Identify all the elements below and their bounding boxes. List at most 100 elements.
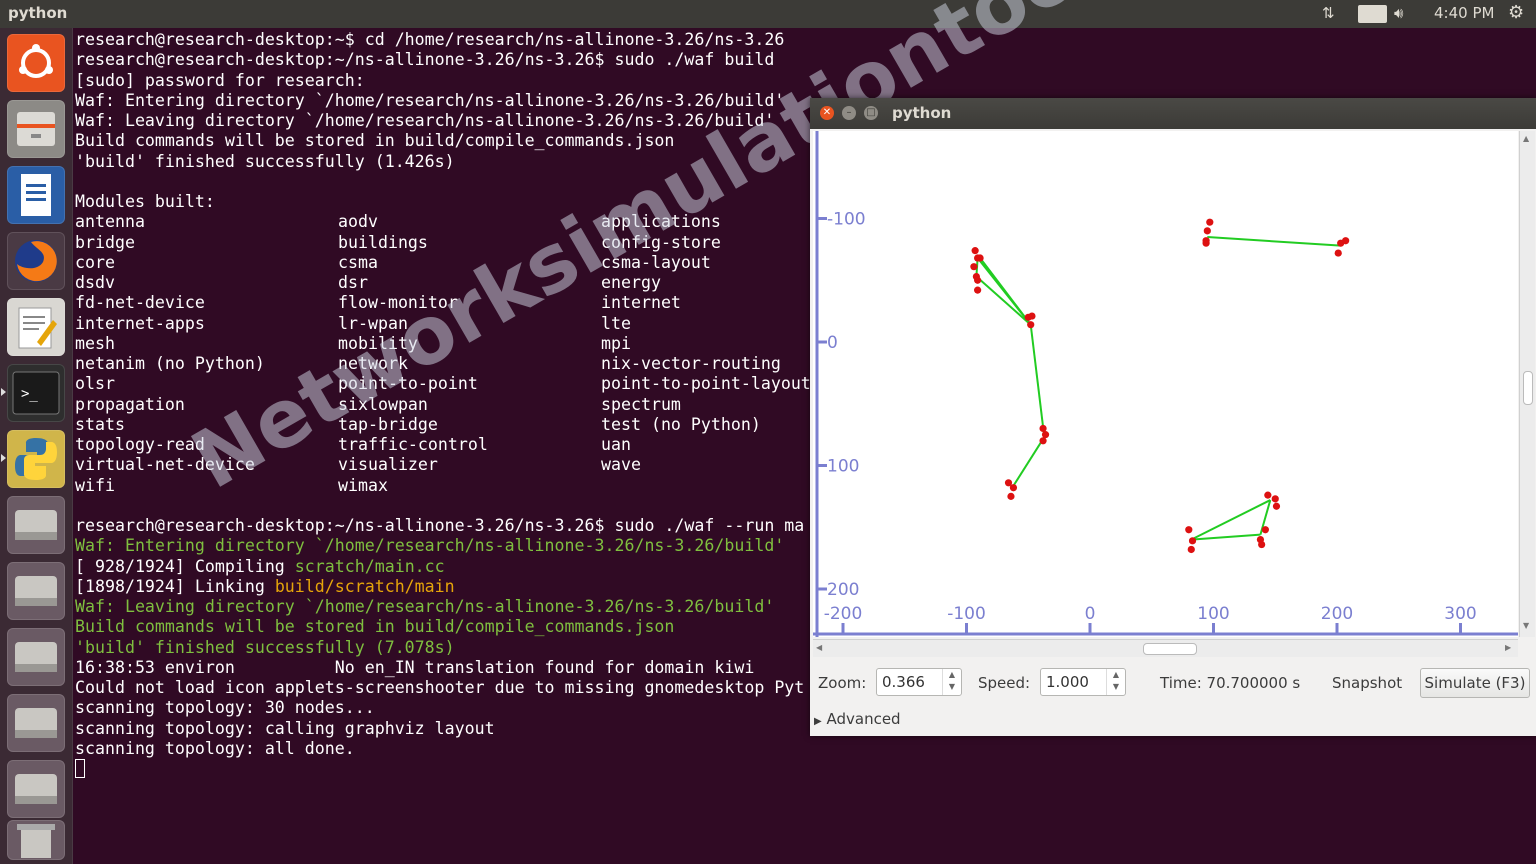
terminal-text: Waf: Entering directory `/home/research/…: [75, 536, 785, 556]
network-node[interactable]: [1203, 227, 1211, 235]
horizontal-scroll-thumb[interactable]: [1143, 643, 1197, 655]
vertical-scrollbar[interactable]: ▲ ▼: [1519, 131, 1535, 637]
zoom-value[interactable]: 0.366: [882, 673, 925, 691]
network-node[interactable]: [1028, 312, 1036, 320]
module-row: fd-net-device flow-monitor internet: [75, 293, 804, 313]
terminal-icon[interactable]: >_: [7, 364, 65, 422]
network-node[interactable]: [1187, 545, 1195, 554]
network-node[interactable]: [1185, 526, 1193, 534]
close-icon[interactable]: ✕: [820, 106, 834, 120]
network-node[interactable]: [1271, 495, 1279, 503]
network-node[interactable]: [1202, 239, 1210, 247]
volume-icon[interactable]: 🔊︎: [1394, 4, 1403, 22]
topology-svg[interactable]: -100 0 100 200 -200 -100 0 100 200 300: [813, 131, 1518, 637]
minimize-icon[interactable]: –: [842, 106, 856, 120]
zoom-spinbox[interactable]: 0.366 ▲ ▼: [876, 668, 962, 696]
drive-icon[interactable]: [7, 760, 65, 818]
network-node[interactable]: [1334, 249, 1342, 257]
module-name: mesh: [75, 333, 115, 353]
network-node[interactable]: [1188, 537, 1197, 545]
network-node[interactable]: [1009, 484, 1018, 492]
module-row: wifi wimax: [75, 476, 804, 496]
libreoffice-writer-icon[interactable]: [7, 166, 65, 224]
horizontal-scrollbar[interactable]: ◀ ▶: [813, 639, 1518, 657]
network-node[interactable]: [970, 263, 978, 271]
pyviz-window: ✕ – □ python -100 0 100 200 -200 -100 0 100 200 3…: [810, 98, 1536, 736]
vertical-scroll-thumb[interactable]: [1523, 371, 1533, 405]
scroll-left-icon[interactable]: ◀: [816, 643, 822, 652]
module-name: mobility: [338, 333, 418, 353]
network-node[interactable]: [1261, 526, 1269, 534]
network-link: [975, 275, 1032, 326]
module-name: internet-apps: [75, 313, 205, 333]
expander-arrow-icon: ▶: [814, 716, 822, 727]
speed-value[interactable]: 1.000: [1046, 673, 1089, 691]
scroll-up-icon[interactable]: ▲: [1523, 134, 1529, 143]
network-node[interactable]: [1041, 431, 1050, 439]
pyviz-titlebar[interactable]: ✕ – □ python: [810, 98, 1536, 129]
speed-spinbox[interactable]: 1.000 ▲ ▼: [1040, 668, 1126, 696]
keyboard-layout-indicator[interactable]: En: [1358, 5, 1387, 23]
network-node[interactable]: [1342, 237, 1350, 245]
network-link: [1207, 236, 1341, 247]
drive-icon[interactable]: [7, 562, 65, 620]
network-updown-icon[interactable]: ⇅: [1322, 4, 1335, 22]
network-node[interactable]: [1258, 540, 1266, 549]
module-name: netanim (no Python): [75, 354, 265, 373]
module-name: core: [75, 252, 115, 272]
clock[interactable]: 4:40 PM: [1434, 4, 1494, 22]
network-node[interactable]: [1007, 492, 1015, 500]
terminal-output: research@research-desktop:~$ cd /home/re…: [75, 30, 811, 759]
snapshot-button[interactable]: Snapshot: [1332, 674, 1402, 692]
terminal-text: 'build' finished successfully (7.078s): [75, 637, 455, 657]
firefox-icon[interactable]: [7, 232, 65, 290]
gear-icon[interactable]: ⚙: [1508, 2, 1524, 23]
x-tick-label: 200: [1321, 604, 1353, 624]
text-editor-icon[interactable]: [7, 298, 65, 356]
terminal-line: research@research-desktop:~/ns-allinone-…: [75, 50, 775, 70]
network-node[interactable]: [971, 247, 979, 255]
network-node[interactable]: [974, 286, 982, 294]
advanced-expander[interactable]: ▶ Advanced: [814, 710, 901, 728]
scroll-down-icon[interactable]: ▼: [1523, 621, 1529, 630]
terminal-line: Build commands will be stored in build/c…: [75, 131, 675, 151]
drive-icon[interactable]: [7, 496, 65, 554]
network-node[interactable]: [1027, 321, 1035, 329]
top-panel: python ⇅ En 🔊︎ 4:40 PM ⚙: [0, 0, 1536, 28]
maximize-icon[interactable]: □: [864, 106, 878, 120]
module-name: spectrum: [601, 394, 681, 414]
python-icon[interactable]: [7, 430, 65, 488]
module-name: nix-vector-routing: [601, 354, 781, 373]
terminal-cursor: [75, 759, 85, 778]
drive-icon[interactable]: [7, 628, 65, 686]
file-manager-icon[interactable]: [7, 100, 65, 158]
module-name: topology-read: [75, 435, 205, 454]
network-node[interactable]: [972, 272, 980, 281]
drive-icon[interactable]: [7, 694, 65, 752]
topology-canvas[interactable]: -100 0 100 200 -200 -100 0 100 200 300: [813, 131, 1518, 637]
terminal-text: [ 928/1924] Compiling: [75, 556, 295, 576]
network-node[interactable]: [976, 254, 984, 262]
terminal-text: research@research-desktop:~/ns-allinone-…: [75, 516, 805, 535]
scroll-right-icon[interactable]: ▶: [1505, 643, 1511, 652]
network-node[interactable]: [1264, 491, 1272, 499]
spin-arrows-icon[interactable]: ▲ ▼: [1106, 669, 1125, 695]
module-name: internet: [601, 293, 681, 313]
module-name: dsdv: [75, 273, 115, 292]
terminal-text: 16:38:53 environ No en_IN translation fo…: [75, 657, 755, 677]
x-tick-label: -200: [824, 604, 863, 624]
ubuntu-dash-icon[interactable]: [7, 34, 65, 92]
pyviz-title: python: [892, 104, 952, 122]
network-node[interactable]: [1206, 218, 1214, 226]
network-node[interactable]: [1039, 437, 1047, 445]
network-node[interactable]: [1039, 424, 1047, 433]
spin-arrows-icon[interactable]: ▲ ▼: [942, 669, 961, 695]
module-name: dsr: [338, 273, 368, 292]
module-name: visualizer: [338, 455, 438, 475]
terminal-line: research@research-desktop:~/ns-allinone-…: [75, 516, 804, 536]
x-tick-label: -100: [947, 604, 986, 624]
trash-icon[interactable]: [7, 820, 65, 860]
simulate-button[interactable]: Simulate (F3): [1420, 668, 1530, 698]
network-node[interactable]: [1272, 502, 1281, 510]
module-row: stats tap-bridge test (no Python): [75, 415, 804, 435]
